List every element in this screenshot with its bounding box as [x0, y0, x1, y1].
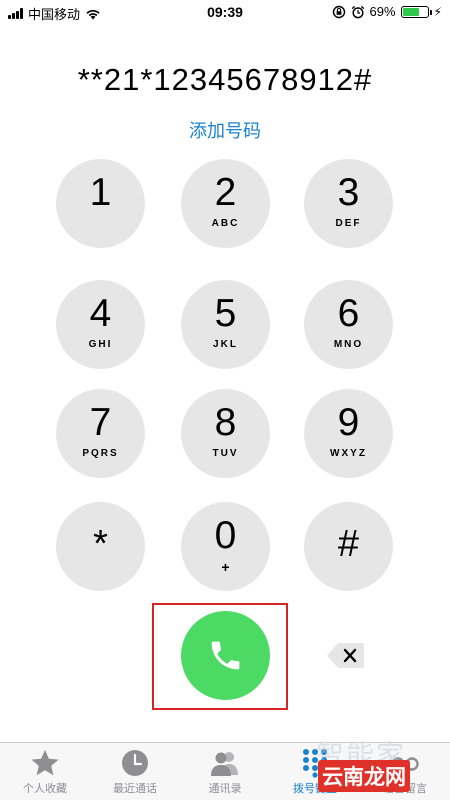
key-0[interactable]: 0 +: [181, 502, 270, 591]
tab-recents[interactable]: 最近通话: [90, 743, 180, 800]
status-right: 69% ⚡: [332, 4, 442, 19]
battery-icon: [400, 5, 432, 18]
key-digit: 5: [214, 292, 237, 335]
key-digit: 4: [89, 292, 112, 335]
tab-favorites[interactable]: 个人收藏: [0, 743, 90, 800]
battery-percent: 69%: [369, 4, 396, 19]
battery-level: [402, 7, 420, 16]
key-digit: *: [93, 523, 108, 565]
key-digit: 8: [214, 401, 237, 444]
key-letters: MNO: [333, 339, 364, 350]
key-letters: ABC: [211, 218, 240, 229]
tab-contacts[interactable]: 通讯录: [180, 743, 270, 800]
key-1[interactable]: 1: [56, 159, 145, 248]
key-digit: 1: [89, 171, 112, 214]
key-digit: 0: [214, 514, 237, 557]
star-icon: [31, 750, 59, 776]
key-letters: WXYZ: [330, 448, 367, 459]
call-button[interactable]: [181, 611, 270, 700]
key-digit: #: [337, 523, 360, 565]
charging-icon: ⚡: [433, 4, 442, 19]
key-digit: 3: [337, 171, 360, 214]
key-letters: PQRS: [82, 448, 119, 459]
tab-label: 通讯录: [208, 783, 242, 795]
tab-label: 个人收藏: [23, 783, 67, 795]
backspace-icon[interactable]: [326, 642, 365, 669]
status-bar: 中国移动 09:39 69% ⚡: [0, 0, 450, 26]
key-letters: JKL: [213, 339, 238, 350]
key-letters: +: [221, 559, 230, 575]
key-5[interactable]: 5 JKL: [181, 280, 270, 369]
clock-icon: [122, 750, 148, 776]
key-4[interactable]: 4 GHI: [56, 280, 145, 369]
contacts-icon: [211, 752, 238, 776]
alarm-icon: [351, 5, 364, 18]
key-letters: GHI: [88, 339, 113, 350]
dialed-number: **21*12345678912#: [77, 62, 373, 97]
add-number-link[interactable]: 添加号码: [0, 117, 450, 143]
key-digit: 2: [214, 171, 237, 214]
key-letters: TUV: [212, 448, 239, 459]
phone-icon: [211, 641, 240, 670]
key-digit: 9: [337, 401, 360, 444]
orientation-lock-icon: [332, 5, 345, 18]
key-hash[interactable]: #: [304, 502, 393, 591]
key-9[interactable]: 9 WXYZ: [304, 389, 393, 478]
key-6[interactable]: 6 MNO: [304, 280, 393, 369]
key-8[interactable]: 8 TUV: [181, 389, 270, 478]
key-3[interactable]: 3 DEF: [304, 159, 393, 248]
key-letters: DEF: [335, 218, 362, 229]
key-digit: 6: [337, 292, 360, 335]
key-digit: 7: [89, 401, 112, 444]
key-star[interactable]: *: [56, 502, 145, 591]
watermark-logo: 云南龙网: [318, 760, 410, 792]
key-7[interactable]: 7 PQRS: [56, 389, 145, 478]
tab-label: 最近通话: [113, 783, 157, 795]
key-2[interactable]: 2 ABC: [181, 159, 270, 248]
